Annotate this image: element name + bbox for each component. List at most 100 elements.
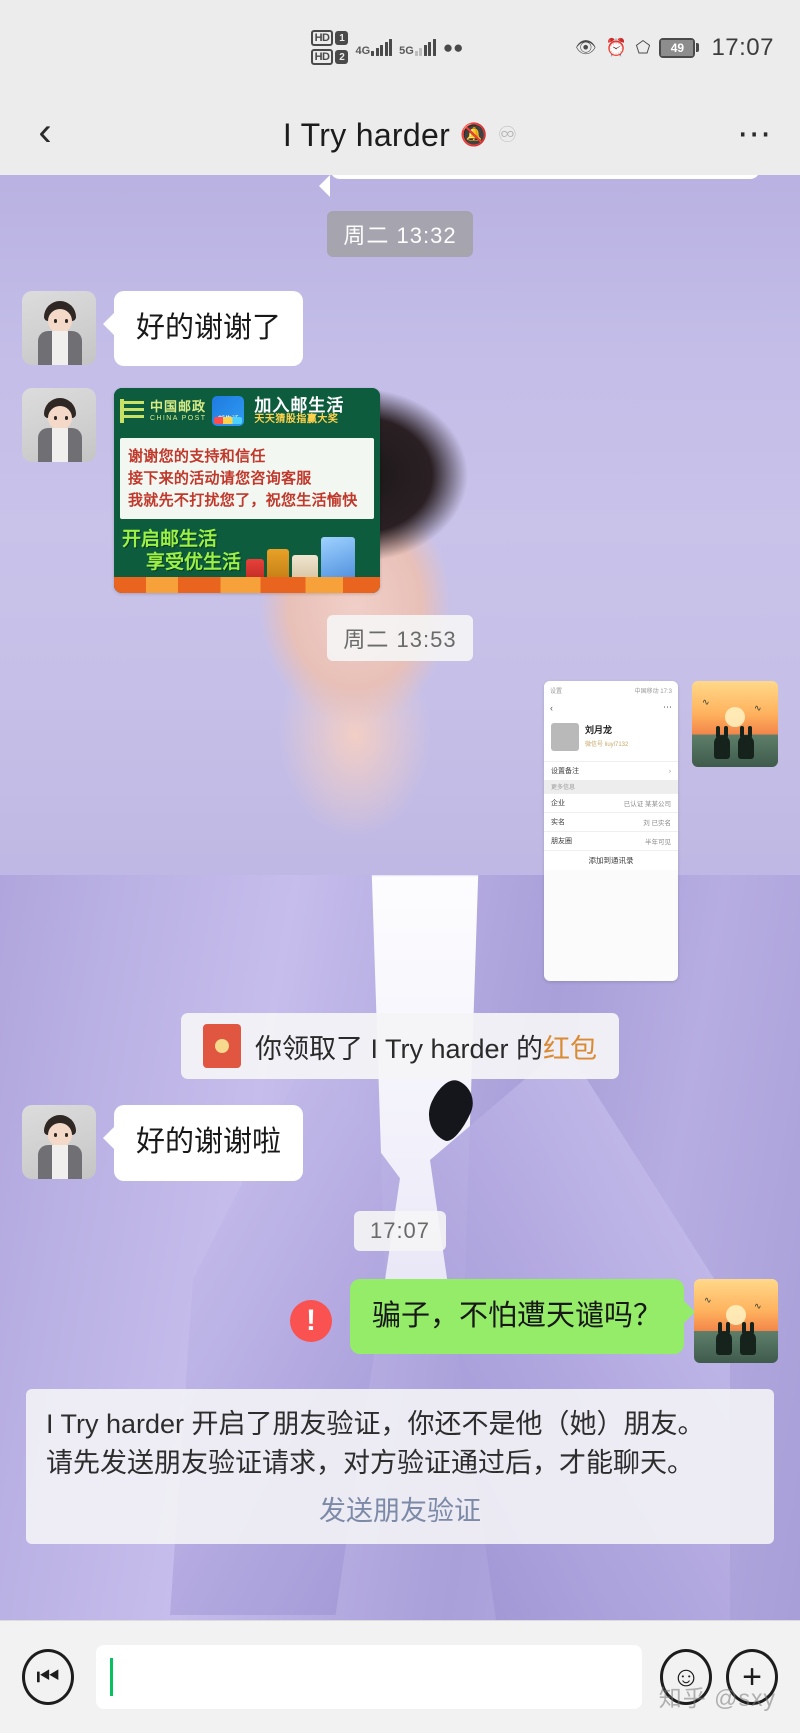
china-post-logo: 中国邮政 CHINA POST: [120, 399, 207, 424]
screenshot-back-icon: ‹: [550, 702, 553, 713]
signal-group-1: 4G: [355, 39, 393, 57]
promo-ground-strip: [114, 577, 380, 594]
nav-title-group: I Try harder 🔕 ♾: [90, 117, 710, 154]
voice-input-button[interactable]: ⏮: [0, 1649, 96, 1705]
battery-tip: [696, 43, 700, 52]
slogan-sub: 天天猜股指赢大奖: [254, 413, 339, 425]
sticker-bird-2: ∿: [754, 1300, 762, 1311]
message-input-bar: ⏮ ☺ + 知乎 @sxy: [0, 1620, 800, 1733]
screenshot-row-moments: 朋友圈 半年可见: [544, 831, 678, 851]
avatar-shirt: [52, 1145, 68, 1180]
plus-icon[interactable]: +: [726, 1649, 778, 1705]
screenshot-status-right: 中国移动 17:3: [634, 688, 672, 695]
nav-bar: ‹ I Try harder 🔕 ♾ ⋯: [0, 95, 800, 175]
hd-sim-stack: HD 1 HD 2: [310, 30, 349, 65]
screenshot-row-realname: 实名 刘 已实名: [544, 812, 678, 832]
china-post-mark-icon: [120, 399, 146, 424]
message-input-field[interactable]: [96, 1645, 642, 1709]
timestamp-divider-1: 周二 13:32: [22, 211, 778, 257]
china-post-slogan: 加入邮生活 天天猜股指赢大奖: [254, 397, 344, 425]
hd-sim-2: HD 2: [310, 49, 349, 65]
screenshot-nav-bar: ‹ ⋯: [544, 699, 678, 717]
notice-line-2: 请先发送朋友验证请求，对方验证通过后，才能聊天。: [46, 1447, 694, 1478]
message-list: 周二 13:32 好的谢谢了 中国邮政 CHINA POST 邮生活 加入邮生活…: [0, 175, 800, 1620]
status-bar: HD 1 HD 2 4G 5G ●● 👁 ⏰ ⬠ 49 17:07: [0, 0, 800, 95]
alarm-icon: ⏰: [605, 38, 627, 57]
redpacket-notice[interactable]: 你领取了 I Try harder 的红包: [180, 1013, 620, 1080]
profile-screenshot-message[interactable]: 设置 中国移动 17:3 ‹ ⋯ 刘月龙 微信号 liuyl7132 设置备注: [544, 681, 678, 982]
redpacket-notice-row: 你领取了 I Try harder 的红包: [22, 1013, 778, 1080]
china-post-body: 谢谢您的支持和信任 接下来的活动请您咨询客服 我就先不打扰您了，祝您生活愉快: [120, 438, 374, 520]
screenshot-row-realname-value: 刘 已实名: [643, 820, 671, 828]
avatar-eye-left: [54, 416, 57, 421]
chat-bubble-outgoing-green[interactable]: 骗子，不怕遭天谴吗？: [349, 1278, 696, 1354]
avatar-face: [48, 1123, 72, 1148]
screenshot-row-enterprise-value: 已认证 某某公司: [623, 801, 671, 809]
sim-number-2: 2: [335, 50, 349, 64]
screenshot-contact-tag: 微信号 liuyl7132: [585, 742, 629, 749]
signal-bars-2: [414, 39, 436, 56]
screenshot-row-remark-label: 设置备注: [551, 768, 579, 776]
china-post-body-line-3: 我就先不打扰您了，祝您生活愉快: [128, 491, 358, 509]
screenshot-row-realname-label: 实名: [551, 819, 565, 827]
redpacket-notice-highlight: 红包: [543, 1033, 598, 1064]
network-type-1: 4G: [355, 45, 371, 57]
timestamp-text-2: 周二 13:53: [327, 615, 473, 662]
message-row-incoming-1: 好的谢谢了: [22, 291, 778, 367]
timestamp-text-3: 17:07: [353, 1210, 447, 1251]
red-packet-icon: [202, 1024, 241, 1069]
chat-scroll-area[interactable]: 周二 13:32 好的谢谢了 中国邮政 CHINA POST 邮生活 加入邮生活…: [0, 175, 800, 1620]
network-type-2: 5G: [399, 45, 414, 57]
hd-sim-1: HD 1: [310, 30, 349, 46]
message-row-cutoff: [22, 175, 778, 197]
text-cursor: [110, 1658, 113, 1696]
emoji-icon[interactable]: ☺: [660, 1649, 712, 1705]
sticker-bird-1: ∿: [702, 697, 710, 708]
avatar-eye-left: [54, 319, 57, 323]
hd-label-2: HD: [310, 49, 334, 65]
timestamp-divider-3: 17:07: [22, 1210, 778, 1251]
redpacket-notice-prefix: 你领取了 I Try harder 的: [254, 1033, 544, 1064]
sticker-bird-2: ∿: [754, 703, 762, 714]
avatar[interactable]: [22, 291, 96, 365]
back-chevron-icon[interactable]: ‹: [0, 112, 90, 158]
china-post-image-message[interactable]: 中国邮政 CHINA POST 邮生活 加入邮生活 天天猜股指赢大奖 谢谢您的支…: [114, 388, 380, 594]
chat-bubble-cutoff[interactable]: [319, 175, 760, 197]
avatar-shirt: [52, 331, 68, 365]
chat-bubble-incoming-text-2[interactable]: 好的谢谢啦: [102, 1105, 304, 1181]
input-bar-actions: ☺ +: [660, 1649, 800, 1705]
avatar[interactable]: [22, 1105, 96, 1180]
sunset-bunnies-sticker[interactable]: ∿ ∿: [692, 681, 778, 768]
page-title: I Try harder: [282, 116, 451, 153]
wechat-icon: ●●: [442, 38, 464, 57]
ear-icon: ♾: [497, 122, 518, 147]
china-post-body-line-1: 谢谢您的支持和信任: [128, 448, 266, 466]
sticker-bunny-right: [738, 726, 754, 760]
timestamp-divider-2: 周二 13:53: [22, 615, 778, 662]
screenshot-row-moments-label: 朋友圈: [551, 838, 572, 846]
eye-protect-icon: 👁: [574, 38, 597, 57]
send-friend-verification-link[interactable]: 发送朋友验证: [46, 1489, 754, 1528]
chat-bubble-incoming-text[interactable]: 好的谢谢了: [102, 291, 304, 367]
screenshot-row-enterprise-label: 企业: [551, 800, 565, 808]
sunset-bunnies-sticker-2[interactable]: ∿ ∿: [694, 1278, 778, 1363]
china-post-footer: 开启邮生活 享受优生活: [114, 523, 380, 594]
screenshot-row-remark: 设置备注 ›: [544, 761, 678, 781]
screenshot-contact-name: 刘月龙: [585, 725, 613, 736]
avatar[interactable]: [22, 388, 96, 463]
signal-group-2: 5G: [399, 39, 436, 57]
send-failed-icon[interactable]: !: [289, 1299, 332, 1342]
sticker-bunny-right: [740, 1321, 756, 1355]
timestamp-text-1: 周二 13:32: [327, 211, 473, 257]
screenshot-avatar: [551, 723, 579, 752]
battery-indicator: 49: [659, 37, 700, 58]
signal-bars-1: [371, 39, 393, 56]
message-row-outgoing-green: ! 骗子，不怕遭天谴吗？ ∿ ∿: [22, 1278, 778, 1363]
message-row-incoming-2: 好的谢谢啦: [22, 1105, 778, 1181]
china-post-brand-cn: 中国邮政: [150, 399, 207, 415]
more-dots-icon[interactable]: ⋯: [710, 118, 800, 151]
battery-level: 49: [661, 39, 694, 56]
slogan-main: 加入邮生活: [254, 395, 345, 415]
status-bar-center: HD 1 HD 2 4G 5G ●●: [310, 30, 464, 65]
sim-number-1: 1: [335, 31, 349, 45]
